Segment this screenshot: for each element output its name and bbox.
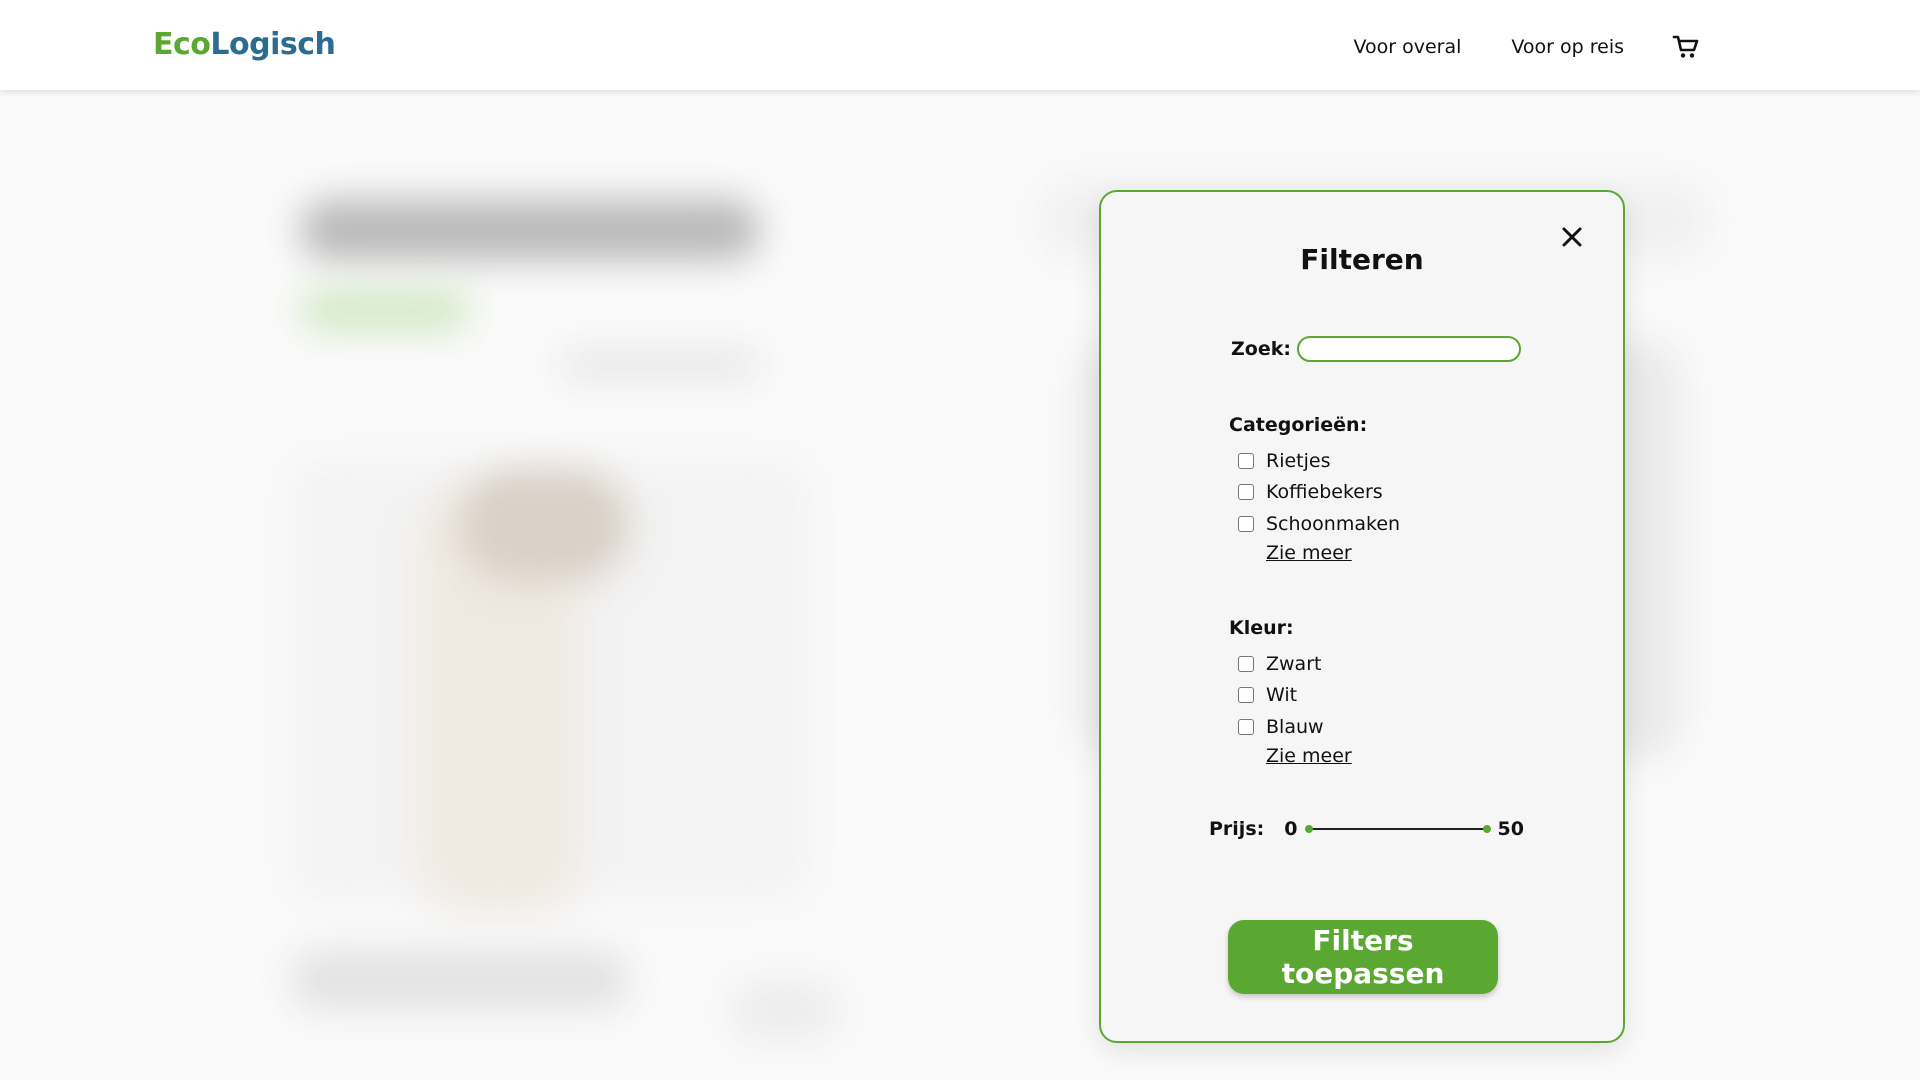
color-option-blauw[interactable]: Blauw bbox=[1229, 711, 1352, 743]
brand-logo[interactable]: EcoLogisch bbox=[153, 27, 336, 62]
category-checkbox-rietjes[interactable] bbox=[1238, 452, 1254, 469]
color-checkbox-zwart[interactable] bbox=[1238, 655, 1254, 672]
filter-title: Filteren bbox=[1300, 243, 1424, 276]
color-see-more-link[interactable]: Zie meer bbox=[1266, 745, 1352, 767]
apply-filters-button[interactable]: Filters toepassen bbox=[1228, 920, 1498, 994]
blurred-product-badge bbox=[300, 290, 470, 330]
blurred-product-subtitle bbox=[560, 350, 760, 380]
blurred-product-title bbox=[300, 200, 760, 260]
nav-link-voor-overal[interactable]: Voor overal bbox=[1353, 36, 1461, 58]
brand-logo-eco: Eco bbox=[153, 27, 211, 62]
search-label: Zoek: bbox=[1231, 338, 1291, 360]
category-label-rietjes: Rietjes bbox=[1266, 449, 1331, 472]
blurred-product-image-top bbox=[460, 470, 630, 580]
search-input[interactable] bbox=[1296, 336, 1521, 362]
category-label-koffiebekers: Koffiebekers bbox=[1266, 481, 1383, 504]
category-option-schoonmaken[interactable]: Schoonmaken bbox=[1229, 508, 1400, 540]
color-option-wit[interactable]: Wit bbox=[1229, 680, 1352, 712]
price-slider-track bbox=[1308, 828, 1489, 830]
brand-logo-logisch: Logisch bbox=[210, 27, 336, 62]
price-filter: Prijs: 0 50 bbox=[1209, 818, 1524, 840]
top-navigation-bar: EcoLogisch Voor overal Voor op reis bbox=[0, 0, 1920, 90]
category-see-more-link[interactable]: Zie meer bbox=[1266, 542, 1400, 564]
color-option-zwart[interactable]: Zwart bbox=[1229, 648, 1352, 680]
category-option-koffiebekers[interactable]: Koffiebekers bbox=[1229, 477, 1400, 509]
price-range-slider[interactable] bbox=[1305, 822, 1492, 836]
search-row: Zoek: bbox=[1231, 336, 1521, 362]
main-nav: Voor overal Voor op reis bbox=[1303, 33, 1700, 61]
color-title: Kleur: bbox=[1229, 617, 1294, 639]
color-label-blauw: Blauw bbox=[1266, 715, 1324, 738]
price-min-value: 0 bbox=[1284, 818, 1298, 840]
category-option-rietjes[interactable]: Rietjes bbox=[1229, 445, 1400, 477]
nav-link-voor-op-reis[interactable]: Voor op reis bbox=[1511, 36, 1624, 58]
blurred-product-name bbox=[290, 950, 630, 1010]
price-max-value: 50 bbox=[1497, 818, 1524, 840]
category-checkbox-koffiebekers[interactable] bbox=[1238, 484, 1254, 501]
category-title: Categorieën: bbox=[1229, 414, 1368, 436]
price-label: Prijs: bbox=[1209, 818, 1265, 840]
color-label-wit: Wit bbox=[1266, 684, 1298, 707]
color-filter: Kleur: Zwart Wit Blauw Zie meer bbox=[1229, 617, 1352, 767]
category-label-schoonmaken: Schoonmaken bbox=[1266, 512, 1401, 535]
category-filter: Categorieën: Rietjes Koffiebekers Schoon… bbox=[1229, 414, 1400, 564]
price-slider-max-handle[interactable] bbox=[1483, 825, 1492, 833]
color-checkbox-blauw[interactable] bbox=[1238, 718, 1254, 735]
blurred-product-price bbox=[730, 980, 840, 1040]
filter-modal: Filteren Zoek: Categorieën: Rietjes Koff… bbox=[1099, 190, 1625, 1043]
color-checkbox-wit[interactable] bbox=[1238, 687, 1254, 704]
color-label-zwart: Zwart bbox=[1266, 652, 1322, 675]
price-slider-min-handle[interactable] bbox=[1305, 825, 1314, 833]
category-checkbox-schoonmaken[interactable] bbox=[1238, 515, 1254, 532]
cart-icon[interactable] bbox=[1672, 33, 1700, 61]
